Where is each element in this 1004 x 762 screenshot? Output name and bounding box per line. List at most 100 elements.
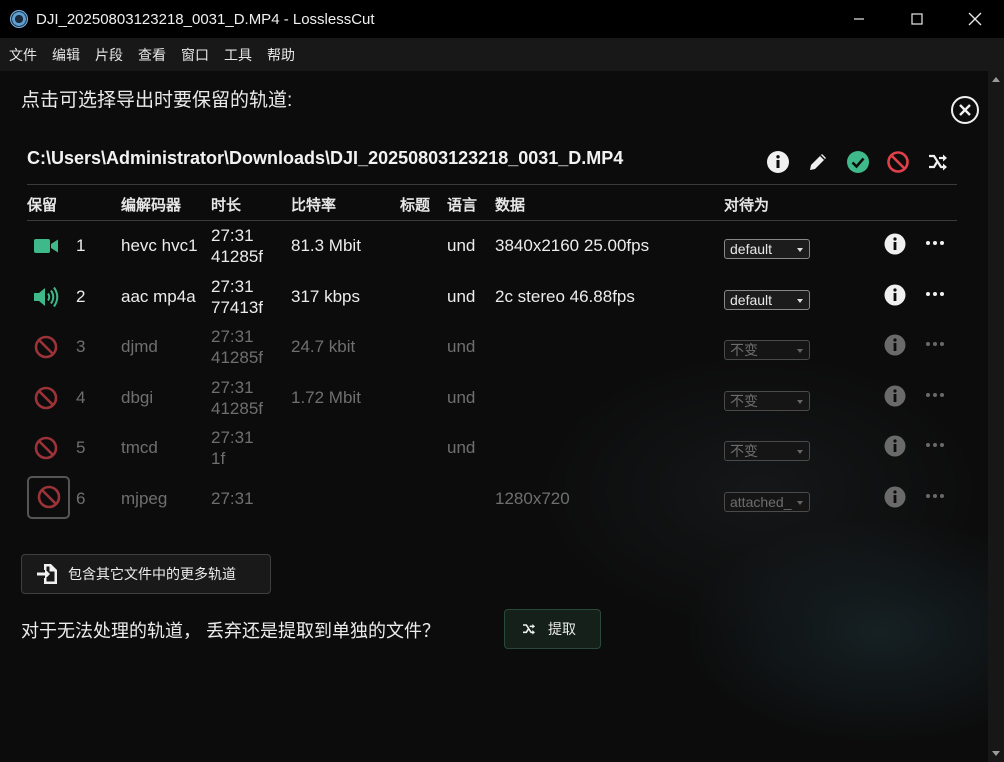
treat-as-select[interactable]: default — [724, 239, 810, 259]
treat-as-select[interactable]: 不变 — [724, 441, 810, 461]
minimize-icon — [854, 18, 864, 20]
disable-all-icon[interactable] — [886, 150, 910, 174]
track-index: 6 — [76, 488, 86, 508]
track-index: 3 — [76, 337, 86, 356]
more-options-icon[interactable] — [925, 385, 945, 405]
edit-icon[interactable] — [806, 150, 830, 174]
extract-button-label: 提取 — [548, 621, 576, 637]
app-icon — [10, 10, 28, 28]
window-controls — [830, 0, 1004, 38]
track-language: und — [447, 286, 476, 306]
audio-icon[interactable] — [32, 284, 60, 310]
track-duration: 27:31 1f — [211, 427, 254, 469]
track-info-icon[interactable] — [884, 486, 906, 508]
duration-frames: 77413f — [211, 297, 263, 317]
treat-as-select[interactable]: attached_ — [724, 491, 810, 512]
menu-edit[interactable]: 编辑 — [52, 45, 80, 65]
vertical-scrollbar[interactable] — [988, 71, 1004, 762]
table-header: 保留 编解码器 时长 比特率 标题 语言 数据 对待为 — [27, 184, 957, 221]
tracks-table: 保留 编解码器 时长 比特率 标题 语言 数据 对待为 1 hevc hvc1 … — [27, 184, 957, 524]
scroll-down-arrow-icon[interactable] — [992, 751, 1000, 756]
disabled-icon[interactable] — [32, 435, 60, 461]
extract-button[interactable]: 提取 — [504, 609, 601, 649]
more-options-icon[interactable] — [925, 334, 945, 354]
header-keep: 保留 — [27, 197, 58, 214]
track-duration: 27:31 41285f — [211, 225, 263, 267]
disabled-icon[interactable] — [32, 334, 60, 360]
table-row: 3 djmd 27:31 41285f 24.7 kbit und 不变 — [27, 322, 957, 373]
track-info-icon[interactable] — [884, 385, 906, 407]
disabled-icon — [37, 485, 60, 509]
track-info-icon[interactable] — [884, 233, 906, 255]
close-window-button[interactable] — [946, 0, 1004, 38]
treat-as-select[interactable]: 不变 — [724, 340, 810, 360]
track-bitrate: 1.72 Mbit — [291, 387, 361, 407]
dialog-instruction: 点击可选择导出时要保留的轨道: — [21, 90, 293, 111]
extract-icon — [523, 624, 535, 635]
duration-frames: 1f — [211, 449, 226, 468]
menu-tools[interactable]: 工具 — [224, 45, 252, 65]
menu-segments[interactable]: 片段 — [95, 45, 123, 65]
maximize-button[interactable] — [888, 0, 946, 38]
track-language: und — [447, 438, 476, 457]
window-title: DJI_20250803123218_0031_D.MP4 - Lossless… — [36, 10, 375, 28]
table-row: 6 mjpeg 27:31 1280x720 attached_ — [27, 474, 957, 525]
track-data: 1280x720 — [495, 488, 570, 508]
disabled-toggle-focused[interactable] — [27, 475, 70, 519]
track-codec: hevc hvc1 — [121, 236, 198, 255]
menu-bar: 文件 编辑 片段 查看 窗口 工具 帮助 — [0, 38, 1004, 71]
treat-as-select[interactable]: default — [724, 289, 810, 310]
unprocessable-tracks-question: 对于无法处理的轨道， 丢弃还是提取到单独的文件？ — [21, 621, 440, 641]
track-bitrate: 24.7 kbit — [291, 337, 356, 356]
track-codec: aac mp4a — [121, 286, 196, 306]
treat-as-select[interactable]: 不变 — [724, 390, 810, 411]
track-index: 5 — [76, 438, 86, 457]
duration-time: 27:31 — [211, 428, 254, 447]
file-import-icon — [37, 564, 57, 584]
close-dialog-icon[interactable] — [950, 95, 980, 125]
table-row: 4 dbgi 27:31 41285f 1.72 Mbit und 不变 — [27, 373, 957, 424]
extract-icon[interactable] — [926, 150, 950, 174]
include-more-tracks-label: 包含其它文件中的更多轨道 — [68, 566, 236, 582]
header-title: 标题 — [400, 197, 431, 214]
info-icon[interactable] — [766, 150, 790, 174]
close-icon — [968, 12, 982, 26]
track-duration: 27:31 41285f — [211, 326, 263, 368]
check-all-icon[interactable] — [846, 150, 870, 174]
menu-view[interactable]: 查看 — [138, 45, 166, 65]
scroll-up-arrow-icon[interactable] — [992, 77, 1000, 82]
minimize-button[interactable] — [830, 0, 888, 38]
disabled-icon[interactable] — [32, 385, 60, 411]
menu-window[interactable]: 窗口 — [181, 45, 209, 65]
header-treat-as: 对待为 — [724, 197, 770, 214]
track-info-icon[interactable] — [884, 334, 906, 356]
table-row: 2 aac mp4a 27:31 77413f 317 kbps und 2c s… — [27, 272, 957, 323]
video-icon[interactable] — [32, 233, 60, 259]
more-options-icon[interactable] — [925, 233, 945, 253]
menu-file[interactable]: 文件 — [9, 45, 37, 65]
more-options-icon[interactable] — [925, 435, 945, 455]
duration-time: 27:31 — [211, 327, 254, 346]
track-codec: djmd — [121, 337, 158, 356]
track-info-icon[interactable] — [884, 284, 906, 306]
title-bar: DJI_20250803123218_0031_D.MP4 - Lossless… — [0, 0, 1004, 38]
track-data: 3840x2160 25.00fps — [495, 236, 650, 255]
more-options-icon[interactable] — [925, 486, 945, 506]
duration-frames: 41285f — [211, 247, 263, 266]
track-language: und — [447, 387, 476, 407]
track-index: 2 — [76, 286, 86, 306]
include-more-tracks-button[interactable]: 包含其它文件中的更多轨道 — [21, 554, 271, 594]
header-duration: 时长 — [211, 197, 242, 214]
track-index: 1 — [76, 236, 86, 255]
menu-help[interactable]: 帮助 — [267, 45, 295, 65]
duration-time: 27:31 — [211, 276, 254, 296]
more-options-icon[interactable] — [925, 284, 945, 304]
track-duration: 27:31 77413f — [211, 276, 263, 318]
duration-time: 27:31 — [211, 226, 254, 245]
track-bitrate: 317 kbps — [291, 286, 360, 306]
track-info-icon[interactable] — [884, 435, 906, 457]
track-language: und — [447, 236, 476, 255]
duration-frames: 41285f — [211, 398, 263, 418]
track-duration: 27:31 — [211, 488, 254, 508]
table-row: 1 hevc hvc1 27:31 41285f 81.3 Mbit und 38… — [27, 221, 957, 272]
